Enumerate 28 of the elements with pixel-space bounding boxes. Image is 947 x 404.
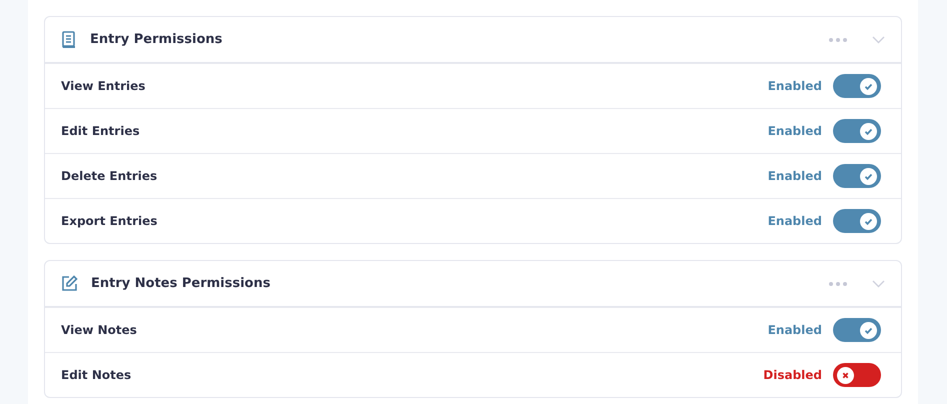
toggle-switch[interactable] — [833, 318, 881, 342]
toggle-switch[interactable] — [833, 363, 881, 387]
section-title: Entry Permissions — [90, 32, 224, 47]
status-label: Enabled — [768, 124, 822, 138]
permission-label: View Entries — [61, 79, 146, 93]
close-icon — [837, 366, 854, 384]
permission-label: Export Entries — [61, 214, 158, 228]
toggle-switch[interactable] — [833, 119, 881, 143]
check-icon — [860, 168, 877, 184]
permission-label: Delete Entries — [61, 169, 158, 183]
section-title: Entry Notes Permissions — [91, 276, 272, 291]
toggle-switch[interactable] — [833, 209, 881, 233]
status-label: Disabled — [763, 368, 822, 382]
document-icon — [61, 30, 77, 48]
permission-label: View Notes — [61, 323, 138, 337]
permission-label: Edit Notes — [61, 368, 132, 382]
check-icon — [860, 78, 877, 94]
check-icon — [860, 322, 877, 338]
check-icon — [860, 212, 877, 230]
toggle-switch[interactable] — [833, 74, 881, 98]
toggle-switch[interactable] — [833, 164, 881, 188]
check-icon — [860, 122, 877, 140]
permission-label: Edit Entries — [61, 124, 141, 138]
status-label: Enabled — [768, 79, 822, 93]
status-label: Enabled — [768, 169, 822, 183]
status-label: Enabled — [768, 323, 822, 337]
edit-icon — [61, 275, 78, 292]
status-label: Enabled — [768, 214, 822, 228]
